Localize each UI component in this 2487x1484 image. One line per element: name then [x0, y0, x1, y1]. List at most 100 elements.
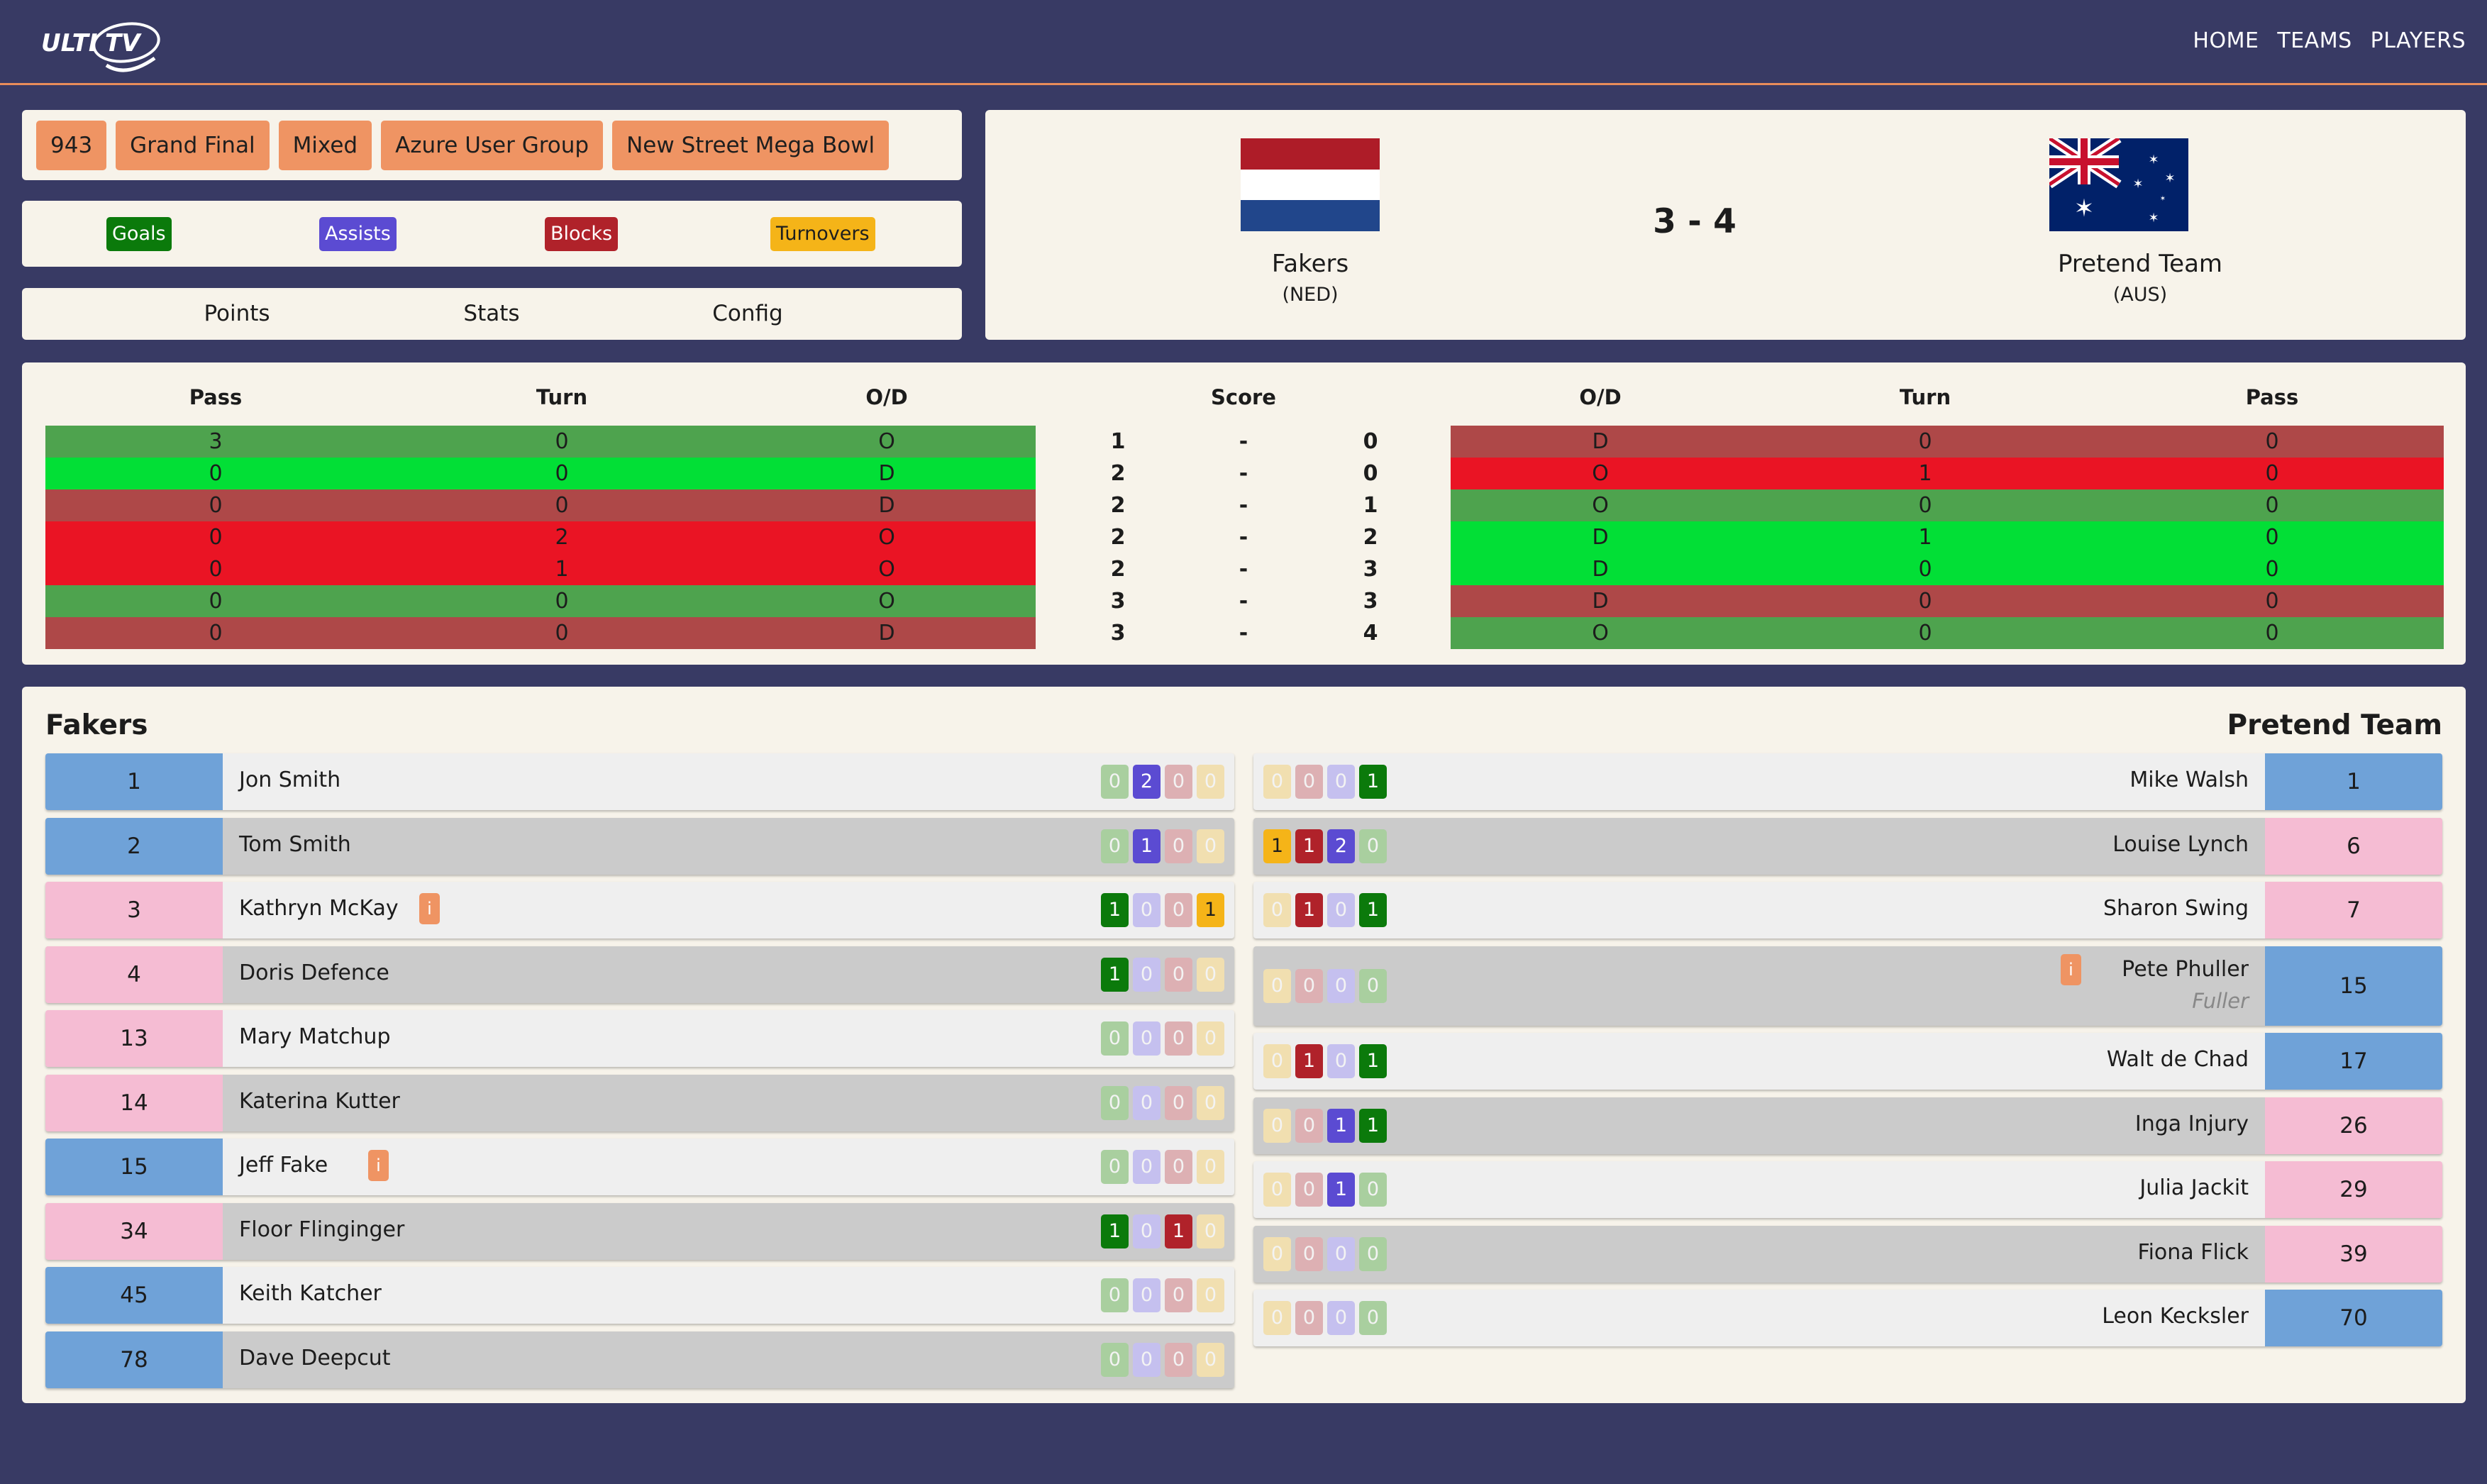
player-name[interactable]: Julia Jackit	[2139, 1175, 2249, 1200]
stat-goals[interactable]: 0	[1359, 829, 1387, 863]
stat-goals[interactable]: 0	[1359, 1173, 1387, 1207]
stat-assists[interactable]: 0	[1133, 1150, 1161, 1184]
point-row-away[interactable]: O 0 0	[1451, 617, 2444, 649]
player-row[interactable]: 7 Sharon Swing 0 1 0 1	[1253, 882, 2442, 938]
stat-assists[interactable]: 0	[1133, 893, 1161, 927]
player-row[interactable]: 34 Floor Flinginger 1 0 1 0	[45, 1202, 1234, 1260]
point-row-away[interactable]: D 0 0	[1451, 585, 2444, 617]
stat-turnovers[interactable]: 0	[1263, 893, 1291, 927]
stat-goals[interactable]: 0	[1101, 1342, 1129, 1377]
stat-blocks[interactable]: 0	[1295, 1236, 1323, 1271]
stat-assists[interactable]: 1	[1327, 1173, 1355, 1207]
tab-config[interactable]: Config	[712, 301, 782, 326]
player-name[interactable]: Mary Matchup	[239, 1024, 391, 1049]
stat-assists[interactable]: 2	[1327, 829, 1355, 863]
stat-assists[interactable]: 0	[1327, 765, 1355, 799]
player-name[interactable]: Dave Deepcut	[239, 1346, 391, 1371]
stat-turnovers[interactable]: 0	[1263, 1108, 1291, 1143]
stat-assists[interactable]: 1	[1327, 1108, 1355, 1143]
info-icon[interactable]: i	[368, 1150, 389, 1181]
stat-assists[interactable]: 0	[1133, 1278, 1161, 1312]
stat-blocks[interactable]: 0	[1165, 1021, 1192, 1056]
stat-assists[interactable]: 1	[1133, 829, 1161, 863]
point-row-away[interactable]: D 1 0	[1451, 521, 2444, 553]
stat-goals[interactable]: 0	[1101, 1278, 1129, 1312]
stat-blocks[interactable]: 0	[1165, 893, 1192, 927]
nav-players[interactable]: PLAYERS	[2371, 28, 2466, 53]
stat-blocks[interactable]: 0	[1165, 829, 1192, 863]
stat-blocks[interactable]: 1	[1295, 1044, 1323, 1078]
player-name[interactable]: Katerina Kutter	[239, 1089, 400, 1114]
stat-goals[interactable]: 1	[1359, 893, 1387, 927]
stat-turnovers[interactable]: 0	[1263, 1301, 1291, 1335]
point-row-home[interactable]: 0 0 D	[45, 617, 1036, 649]
player-row[interactable]: 26 Inga Injury 0 0 1 1	[1253, 1097, 2442, 1154]
stat-turnovers[interactable]: 0	[1263, 1236, 1291, 1271]
ultitv-logo[interactable]: ULTI TV	[41, 14, 169, 78]
stat-turnovers[interactable]: 0	[1197, 1085, 1224, 1120]
home-team-name[interactable]: Fakers	[1272, 250, 1348, 278]
tag-group[interactable]: Azure User Group	[381, 120, 604, 170]
player-row[interactable]: 29 Julia Jackit 0 0 1 0	[1253, 1161, 2442, 1218]
stat-goals[interactable]: 1	[1359, 765, 1387, 799]
tab-points[interactable]: Points	[204, 301, 270, 326]
point-row-home[interactable]: 0 2 O	[45, 521, 1036, 553]
player-name[interactable]: Kathryn McKay	[239, 896, 399, 921]
stat-goals[interactable]: 1	[1101, 1214, 1129, 1248]
info-icon[interactable]: i	[2061, 953, 2081, 985]
point-row-away[interactable]: O 1 0	[1451, 458, 2444, 489]
stat-goals[interactable]: 0	[1101, 765, 1129, 799]
player-row[interactable]: 78 Dave Deepcut 0 0 0 0	[45, 1331, 1234, 1388]
stat-blocks[interactable]: 0	[1165, 765, 1192, 799]
stat-goals[interactable]: 1	[1359, 1044, 1387, 1078]
stat-turnovers[interactable]: 0	[1197, 1021, 1224, 1056]
player-name[interactable]: Leon Kecksler	[2102, 1304, 2249, 1329]
stat-goals[interactable]: 0	[1101, 1150, 1129, 1184]
point-row-home[interactable]: 0 0 D	[45, 458, 1036, 489]
point-row-away[interactable]: D 0 0	[1451, 553, 2444, 585]
player-name[interactable]: Inga Injury	[2135, 1112, 2249, 1136]
info-icon[interactable]: i	[419, 893, 440, 924]
stat-assists[interactable]: 0	[1133, 1342, 1161, 1377]
stat-assists[interactable]: 0	[1327, 1301, 1355, 1335]
player-row[interactable]: 14 Katerina Kutter 0 0 0 0	[45, 1074, 1234, 1131]
stat-blocks[interactable]: 0	[1165, 1085, 1192, 1120]
stat-assists[interactable]: 0	[1133, 1214, 1161, 1248]
player-name[interactable]: Mike Walsh	[2129, 768, 2249, 792]
stat-assists[interactable]: 0	[1133, 957, 1161, 992]
stat-blocks[interactable]: 0	[1295, 1301, 1323, 1335]
player-name[interactable]: Sharon Swing	[2103, 896, 2249, 921]
stat-turnovers[interactable]: 0	[1197, 1214, 1224, 1248]
point-row-home[interactable]: 3 0 O	[45, 426, 1036, 458]
stat-turnovers[interactable]: 0	[1263, 1044, 1291, 1078]
tag-division[interactable]: Mixed	[278, 120, 372, 170]
player-row[interactable]: 3 Kathryn McKay i 1 0 0 1	[45, 882, 1234, 938]
tag-event[interactable]: New Street Mega Bowl	[612, 120, 890, 170]
player-row[interactable]: 39 Fiona Flick 0 0 0 0	[1253, 1225, 2442, 1283]
stat-goals[interactable]: 1	[1101, 957, 1129, 992]
stat-turnovers[interactable]: 0	[1263, 765, 1291, 799]
stat-turnovers[interactable]: 0	[1197, 957, 1224, 992]
stat-goals[interactable]: 0	[1359, 968, 1387, 1003]
stat-goals[interactable]: 0	[1101, 1021, 1129, 1056]
player-row[interactable]: 6 Louise Lynch 1 1 2 0	[1253, 817, 2442, 875]
player-name[interactable]: Jeff Fake	[239, 1153, 328, 1178]
player-row[interactable]: 70 Leon Kecksler 0 0 0 0	[1253, 1290, 2442, 1346]
player-row[interactable]: 4 Doris Defence 1 0 0 0	[45, 946, 1234, 1003]
stat-blocks[interactable]: 0	[1165, 1278, 1192, 1312]
stat-blocks[interactable]: 0	[1295, 765, 1323, 799]
stat-turnovers[interactable]: 0	[1197, 829, 1224, 863]
stat-turnovers[interactable]: 0	[1263, 968, 1291, 1003]
stat-turnovers[interactable]: 0	[1197, 1342, 1224, 1377]
point-row-home[interactable]: 0 1 O	[45, 553, 1036, 585]
player-row[interactable]: 45 Keith Katcher 0 0 0 0	[45, 1267, 1234, 1324]
point-row-home[interactable]: 0 0 D	[45, 489, 1036, 521]
player-row[interactable]: 15 Jeff Fake i 0 0 0 0	[45, 1139, 1234, 1195]
stat-goals[interactable]: 0	[1101, 1085, 1129, 1120]
point-row-away[interactable]: D 0 0	[1451, 426, 2444, 458]
legend-goals[interactable]: Goals	[106, 217, 172, 251]
stat-goals[interactable]: 0	[1359, 1301, 1387, 1335]
point-row-away[interactable]: O 0 0	[1451, 489, 2444, 521]
stat-turnovers[interactable]: 1	[1263, 829, 1291, 863]
player-name[interactable]: Walt de Chad	[2107, 1047, 2249, 1072]
